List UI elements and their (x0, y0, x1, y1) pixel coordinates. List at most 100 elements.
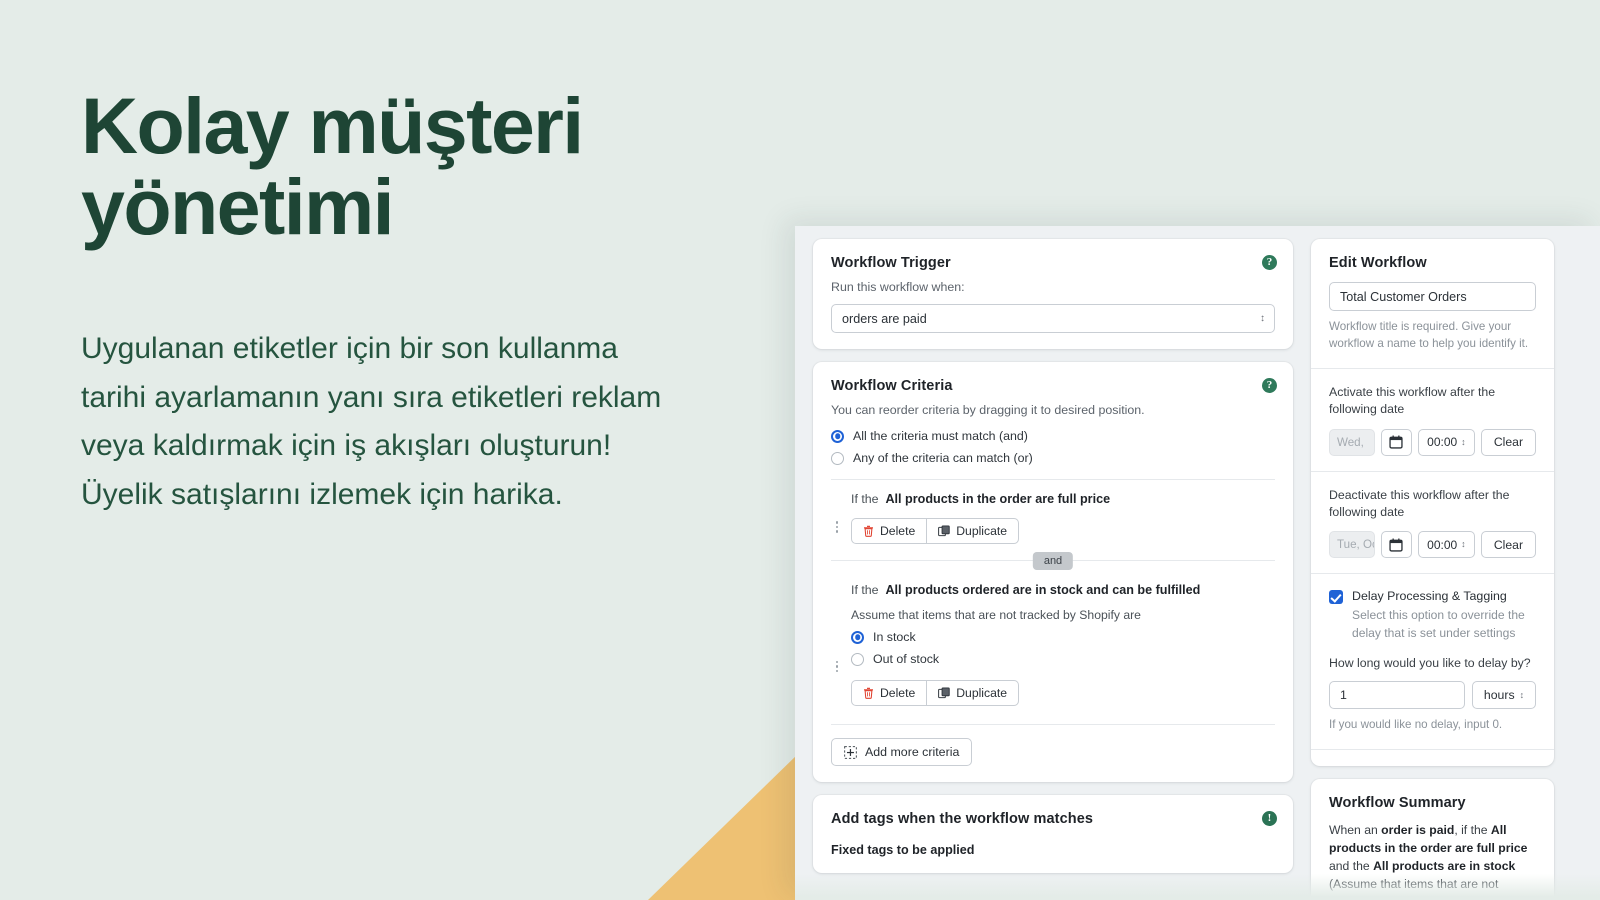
delete-button[interactable]: Delete (851, 518, 928, 544)
match-option-all[interactable]: All the criteria must match (and) (831, 429, 1275, 443)
drag-handle-icon[interactable] (831, 492, 843, 544)
radio-icon (831, 429, 844, 443)
deactivate-time-input[interactable]: 00:00 ↕ (1417, 531, 1475, 559)
alert-icon[interactable]: ! (1262, 811, 1277, 826)
duplicate-button-label: Duplicate (956, 686, 1008, 700)
spinner-icon: ↕ (1461, 539, 1466, 550)
criterion-row: If the All products ordered are in stock… (831, 561, 1275, 706)
add-square-icon (844, 745, 857, 759)
marketing-copy: Kolay müşteri yönetimi Uygulanan etiketl… (81, 85, 691, 520)
deactivate-date-value: Tue, Oc (1337, 538, 1375, 552)
delay-checkbox-help: Select this option to override the delay… (1352, 608, 1525, 640)
activate-calendar-button[interactable] (1380, 428, 1412, 456)
activate-date-label: Activate this workflow after the followi… (1329, 384, 1496, 417)
deactivate-date-input[interactable]: Tue, Oc (1329, 531, 1375, 559)
delay-amount-value: 1 (1340, 688, 1347, 703)
edit-workflow-title: Edit Workflow (1329, 255, 1427, 271)
edit-workflow-card: Edit Workflow Total Customer Orders Work… (1311, 239, 1554, 766)
delete-button[interactable]: Delete (851, 680, 928, 706)
match-option-any-label: Any of the criteria can match (or) (853, 451, 1033, 465)
trash-icon (864, 687, 873, 699)
deactivate-time-value: 00:00 (1427, 537, 1458, 552)
add-more-criteria-button[interactable]: Add more criteria (831, 738, 973, 766)
joiner-chip: and (1032, 551, 1074, 570)
workflow-name-input[interactable]: Total Customer Orders (1329, 282, 1536, 311)
delay-checkbox-row[interactable]: Delay Processing & Tagging Select this o… (1329, 589, 1536, 641)
add-tags-card: ! Add tags when the workflow matches Fix… (813, 795, 1293, 873)
delete-button-label: Delete (880, 686, 916, 700)
deactivate-date-label: Deactivate this workflow after the follo… (1329, 487, 1510, 519)
duplicate-icon (938, 687, 950, 699)
activate-date-row: Wed, 00:00 ↕ Clear (1329, 428, 1536, 456)
workflow-trigger-title: Workflow Trigger (831, 255, 951, 271)
delay-footnote: If you would like no delay, input 0. (1329, 718, 1503, 732)
criteria-joiner: and (831, 551, 1275, 570)
divider (1311, 573, 1554, 575)
radio-icon (851, 652, 864, 666)
summary-mid2: and the (1329, 858, 1374, 873)
delay-amount-input[interactable]: 1 (1329, 681, 1465, 710)
match-option-any[interactable]: Any of the criteria can match (or) (831, 451, 1275, 465)
divider (1311, 749, 1554, 750)
criterion-name: All products ordered are in stock and ca… (885, 583, 1201, 597)
deactivate-clear-button[interactable]: Clear (1480, 531, 1536, 559)
stock-option-in-label: In stock (873, 630, 916, 644)
summary-tail: (Assume that items that are not tracked … (1329, 876, 1499, 900)
main-column: ? Workflow Trigger Run this workflow whe… (813, 239, 1293, 900)
summary-mid1: , if the (1454, 823, 1491, 837)
radio-icon (851, 630, 864, 644)
calendar-icon (1389, 538, 1404, 552)
workflow-summary-card: Workflow Summary When an order is paid, … (1311, 779, 1554, 900)
drag-handle-icon[interactable] (831, 583, 843, 706)
summary-condition-2: All products are in stock (1373, 858, 1516, 873)
delay-unit-select[interactable]: hours ↕ (1472, 681, 1536, 710)
divider (831, 724, 1275, 725)
workflow-name-help: Workflow title is required. Give your wo… (1329, 320, 1529, 350)
trigger-select[interactable]: orders are paid ↕ (831, 304, 1275, 333)
help-icon[interactable]: ? (1262, 378, 1277, 393)
activate-clear-button[interactable]: Clear (1480, 428, 1536, 456)
criterion-actions: Delete Duplicate (851, 518, 1275, 544)
criteria-hint: You can reorder criteria by dragging it … (831, 403, 1145, 417)
fixed-tags-label: Fixed tags to be applied (831, 843, 975, 857)
criterion-name: All products in the order are full price (885, 492, 1111, 506)
activate-date-value: Wed, (1337, 435, 1364, 449)
delay-input-row: 1 hours ↕ (1329, 681, 1536, 710)
delay-unit-value: hours (1483, 688, 1515, 703)
delay-checkbox-label: Delay Processing & Tagging (1352, 589, 1507, 604)
duplicate-button[interactable]: Duplicate (927, 680, 1020, 706)
deactivate-calendar-button[interactable] (1380, 531, 1412, 559)
activate-time-value: 00:00 (1427, 435, 1458, 449)
stock-option-in[interactable]: In stock (851, 630, 1275, 644)
radio-icon (831, 451, 844, 465)
chevron-updown-icon: ↕ (1519, 689, 1525, 700)
add-tags-title: Add tags when the workflow matches (831, 811, 1094, 827)
trigger-select-value: orders are paid (842, 311, 927, 326)
summary-trigger: order is paid (1381, 823, 1455, 837)
calendar-icon (1389, 435, 1404, 449)
duplicate-button-label: Duplicate (956, 524, 1008, 538)
criterion-note: Assume that items that are not tracked b… (851, 608, 1141, 622)
help-icon[interactable]: ? (1262, 255, 1277, 270)
stock-option-out[interactable]: Out of stock (851, 652, 1275, 666)
activate-date-input[interactable]: Wed, (1329, 428, 1375, 456)
activate-time-input[interactable]: 00:00 ↕ (1417, 428, 1475, 456)
criterion-actions: Delete Duplicate (851, 680, 1275, 706)
duplicate-icon (938, 525, 950, 537)
criterion-row: If the All products in the order are ful… (831, 480, 1275, 544)
divider (1311, 367, 1554, 369)
workflow-trigger-card: ? Workflow Trigger Run this workflow whe… (813, 239, 1293, 349)
criterion-headline: If the All products in the order are ful… (851, 492, 1275, 506)
page-body-text: Uygulanan etiketler için bir son kullanm… (81, 332, 662, 511)
duplicate-button[interactable]: Duplicate (927, 518, 1020, 544)
workflow-trigger-label: Run this workflow when: (831, 280, 965, 294)
spinner-icon: ↕ (1461, 436, 1466, 447)
criterion-prefix: If the (851, 492, 879, 506)
match-option-all-label: All the criteria must match (and) (853, 429, 1028, 443)
workflow-name-value: Total Customer Orders (1340, 289, 1467, 304)
delete-button-label: Delete (880, 524, 916, 538)
add-more-criteria-label: Add more criteria (865, 745, 960, 759)
workflow-summary-text: When an order is paid, if the All produc… (1329, 822, 1536, 900)
delay-question: How long would you like to delay by? (1329, 655, 1531, 670)
deactivate-date-row: Tue, Oc 00:00 ↕ Clear (1329, 531, 1536, 559)
